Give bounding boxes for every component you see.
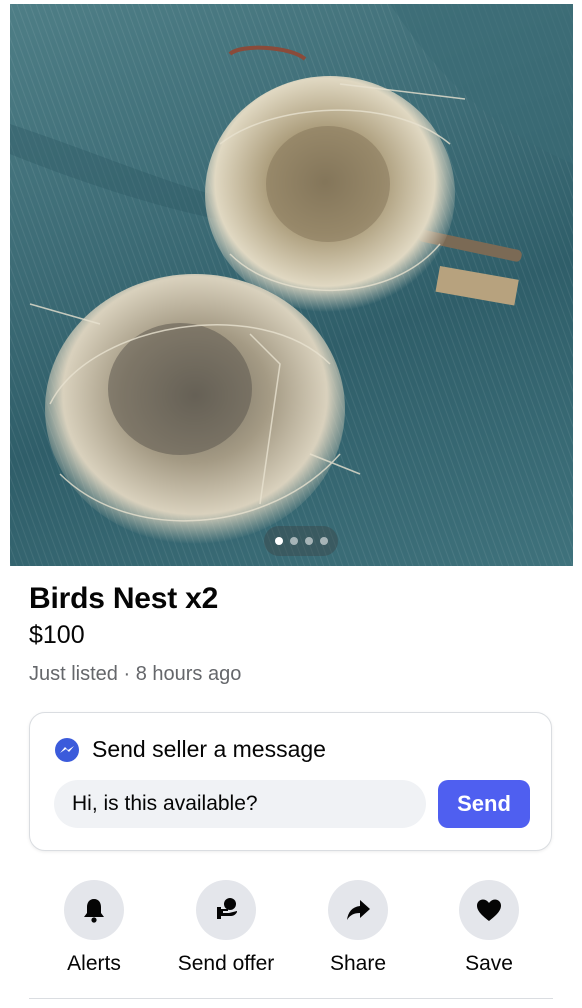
heart-icon[interactable] <box>459 880 519 940</box>
send-offer-button[interactable]: Send offer <box>161 880 291 976</box>
carousel-dot[interactable] <box>319 537 328 545</box>
message-card-heading: Send seller a message <box>92 736 326 762</box>
share-label: Share <box>329 952 387 975</box>
section-divider <box>29 998 553 999</box>
messenger-icon <box>54 737 80 763</box>
action-bar: Alerts Send offer Share Save <box>0 880 582 980</box>
share-button[interactable]: Share <box>293 880 423 976</box>
listing-photo[interactable] <box>10 4 573 566</box>
carousel-indicator[interactable] <box>264 526 338 556</box>
offer-icon[interactable] <box>196 880 256 940</box>
message-input[interactable]: Hi, is this available? <box>54 780 426 828</box>
save-label: Save <box>465 952 513 975</box>
carousel-dot[interactable] <box>304 537 313 545</box>
share-icon[interactable] <box>328 880 388 940</box>
message-seller-card: Send seller a message Hi, is this availa… <box>29 712 552 851</box>
alerts-label: Alerts <box>67 952 121 975</box>
send-button[interactable]: Send <box>438 780 530 828</box>
save-button[interactable]: Save <box>424 880 554 976</box>
alerts-button[interactable]: Alerts <box>29 880 159 976</box>
carousel-dot[interactable] <box>274 537 283 545</box>
bell-icon[interactable] <box>64 880 124 940</box>
listing-meta: Just listed · 8 hours ago <box>29 663 242 685</box>
carousel-dot[interactable] <box>289 537 298 545</box>
listing-title: Birds Nest x2 <box>29 582 219 615</box>
listing-price: $100 <box>29 621 85 649</box>
message-card-header: Send seller a message <box>54 736 326 763</box>
send-offer-label: Send offer <box>177 952 275 975</box>
nest-photo-illustration <box>10 4 573 566</box>
